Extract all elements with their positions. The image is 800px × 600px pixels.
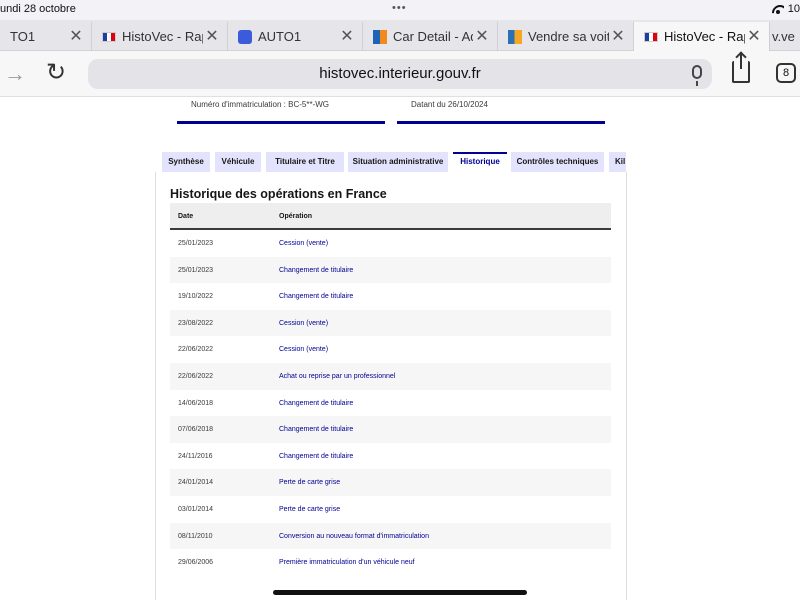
table-row: 24/01/2014 Perte de carte grise [170,469,611,496]
french-flag-icon [644,31,658,42]
tab-titulaire-titre[interactable]: Titulaire et Titre [266,152,344,172]
browser-tab-car-detail[interactable]: Car Detail - Adv ✕ [363,22,498,51]
tab-kilometrage[interactable]: Kil [609,152,626,172]
table-row: 24/11/2016 Changement de titulaire [170,443,611,470]
history-title: Historique des opérations en France [170,187,387,201]
row-operation: Cession (vente) [279,319,329,327]
registration-number: Numéro d'immatriculation : BC-5**-WG [191,100,330,109]
report-date: Datant du 26/10/2024 [411,100,488,109]
vendre-icon [508,29,522,44]
table-row: 22/06/2022 Achat ou reprise par un profes… [170,362,611,390]
row-date: 14/06/2018 [178,399,214,407]
row-operation: Changement de titulaire [279,293,354,301]
row-operation: Changement de titulaire [279,399,354,407]
battery-level: 10 [787,3,800,15]
registration-card: Numéro d'immatriculation : BC-5**-WG [177,97,385,124]
table-row: 03/01/2014 Perte de carte grise [170,496,611,523]
home-indicator[interactable] [273,590,527,595]
column-header-date: Date [178,213,194,220]
tab-synthese[interactable]: Synthèse [162,152,210,172]
microphone-icon[interactable] [692,65,702,86]
row-date: 07/06/2018 [178,426,214,434]
browser-tab-label: HistoVec - Rap [122,29,203,44]
browser-tab-histovec-active[interactable]: HistoVec - Rapp ✕ [634,22,770,51]
table-row: 29/06/2006 Première immatriculation d'un … [170,549,611,576]
report-date-card: Datant du 26/10/2024 [397,97,605,124]
table-row: 25/01/2023 Changement de titulaire [170,256,611,284]
tab-situation-administrative[interactable]: Situation administrative [348,152,448,172]
browser-tab-label: HistoVec - Rapp [664,29,745,44]
row-date: 29/06/2006 [178,559,214,567]
table-row: 22/06/2022 Cession (vente) [170,336,611,363]
table-row: 14/06/2018 Changement de titulaire [170,390,611,417]
browser-tab-label: Vendre sa voitu [528,29,609,44]
row-date: 25/01/2023 [178,240,214,247]
browser-tab-histovec[interactable]: HistoVec - Rap ✕ [92,22,228,51]
browser-tab-auto1[interactable]: AUTO1 ✕ [228,22,363,51]
table-row: 25/01/2023 Cession (vente) [170,230,611,257]
address-bar[interactable]: histovec.interieur.gouv.fr [88,59,712,89]
row-date: 24/11/2016 [178,452,213,460]
browser-tab-vendre[interactable]: Vendre sa voitu ✕ [498,22,634,51]
car-detail-icon [373,29,387,44]
row-operation: Perte de carte grise [279,479,341,487]
close-tab-icon[interactable]: ✕ [338,28,356,46]
row-date: 22/06/2022 [178,372,214,380]
table-header: Date Opération [170,203,611,230]
row-date: 19/10/2022 [178,293,214,301]
table-body: 25/01/2023 Cession (vente) 25/01/2023 Chan… [170,230,611,576]
forward-arrow-icon[interactable]: → [4,61,26,87]
browser-toolbar: → ↻ histovec.interieur.gouv.fr 8 [0,51,800,97]
table-row: 19/10/2022 Changement de titulaire [170,283,611,310]
browser-tab-auto1-partial[interactable]: TO1 ✕ [0,22,92,51]
reload-icon[interactable]: ↻ [46,58,66,87]
row-operation: Première immatriculation d'un véhicule n… [279,559,415,567]
url-text: histovec.interieur.gouv.fr [319,65,481,82]
share-icon[interactable] [732,53,750,83]
row-operation: Changement de titulaire [279,266,354,274]
close-tab-icon[interactable]: ✕ [67,28,85,46]
browser-tab-label: v.ve [772,29,795,44]
french-flag-icon [102,31,116,42]
column-header-operation: Opération [279,213,313,220]
multitasking-dots-icon[interactable]: ••• [392,2,407,14]
status-right: 10 [772,3,800,15]
history-table: Date Opération 25/01/2023 Cession (vente)… [170,203,611,576]
row-operation: Cession (vente) [279,240,329,247]
row-date: 08/11/2010 [178,532,213,540]
auto1-icon [238,29,252,44]
row-operation: Perte de carte grise [279,505,341,513]
report-tabs: Synthèse Véhicule Titulaire et Titre Sit… [162,152,626,172]
close-tab-icon[interactable]: ✕ [473,28,491,46]
status-bar: undi 28 octobre ••• 10 [0,0,800,20]
browser-tab-bar: TO1 ✕ HistoVec - Rap ✕ AUTO1 ✕ Car Detai… [0,20,800,51]
tab-controles-techniques[interactable]: Contrôles techniques [511,152,604,172]
row-operation: Cession (vente) [279,346,329,354]
status-time: undi 28 octobre [0,3,76,15]
close-tab-icon[interactable]: ✕ [203,28,221,46]
table-row: 08/11/2010 Conversion au nouveau format d… [170,522,611,550]
row-operation: Achat ou reprise par un professionnel [279,372,396,380]
browser-tab-label: AUTO1 [258,29,302,44]
table-row: 23/08/2022 Cession (vente) [170,309,611,337]
wifi-icon [772,5,784,14]
row-operation: Changement de titulaire [279,452,354,460]
row-operation: Conversion au nouveau format d'immatricu… [279,532,429,540]
browser-tab-label: TO1 [10,29,36,44]
row-operation: Changement de titulaire [279,426,354,434]
tab-count-button[interactable]: 8 [776,63,796,83]
tab-historique[interactable]: Historique [453,152,507,172]
table-row: 07/06/2018 Changement de titulaire [170,416,611,443]
tab-vehicule[interactable]: Véhicule [215,152,261,172]
row-date: 03/01/2014 [178,505,214,513]
row-date: 23/08/2022 [178,319,214,327]
close-tab-icon[interactable]: ✕ [745,28,763,46]
row-date: 22/06/2022 [178,346,214,354]
browser-tab-label: Car Detail - Adv [393,29,473,44]
close-tab-icon[interactable]: ✕ [609,28,627,46]
row-date: 25/01/2023 [178,266,214,274]
row-date: 24/01/2014 [178,479,214,487]
browser-tab-partial[interactable]: v.ve [770,22,800,51]
